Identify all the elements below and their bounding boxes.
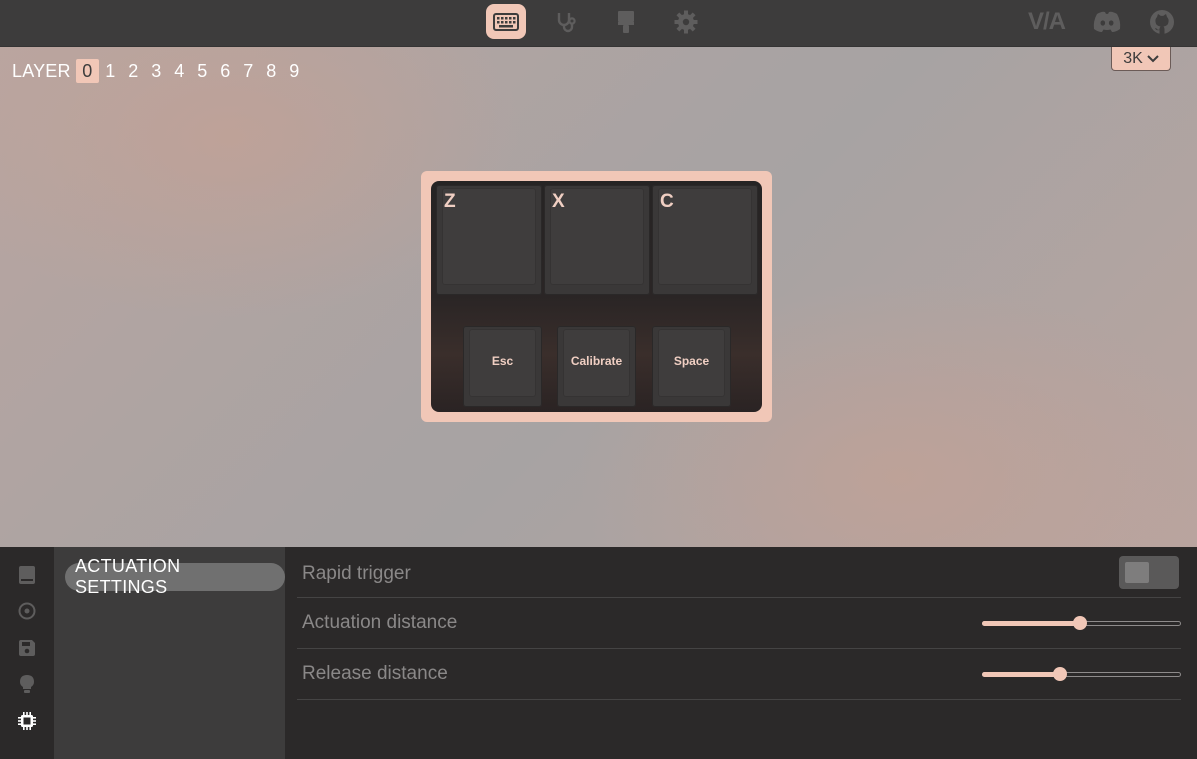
layout-dropdown-value: 3K <box>1123 49 1143 67</box>
layer-3-button[interactable]: 3 <box>145 59 168 83</box>
gear-icon <box>674 10 698 33</box>
release-distance-row: Release distance <box>297 649 1181 700</box>
layer-0-button[interactable]: 0 <box>75 59 99 83</box>
keyboard-area: LAYER 0 1 2 3 4 5 6 7 8 9 3K Z X C Esc C… <box>0 47 1197 547</box>
layer-9-button[interactable]: 9 <box>283 59 306 83</box>
release-distance-label: Release distance <box>302 663 448 684</box>
layer-5-button[interactable]: 5 <box>191 59 214 83</box>
keyboard-plate: Z X C Esc Calibrate Space <box>431 181 762 412</box>
keycap <box>442 188 536 285</box>
lightbulb-icon <box>20 675 34 693</box>
settings-list: Rapid trigger Actuation distance Release… <box>297 547 1181 759</box>
side-nav <box>0 547 54 759</box>
rapid-trigger-label: Rapid trigger <box>302 563 411 584</box>
layer-label: LAYER <box>12 60 71 81</box>
actuation-distance-label: Actuation distance <box>302 612 458 633</box>
layout-dropdown[interactable]: 3K <box>1111 47 1171 71</box>
via-link[interactable]: V/A <box>1027 8 1066 36</box>
side-nav-macros[interactable] <box>17 601 37 621</box>
key-z[interactable]: Z <box>436 185 542 295</box>
bottom-panel: ACTUATION SETTINGS Rapid trigger Actuati… <box>0 547 1197 759</box>
key-label: Space <box>673 354 710 368</box>
chevron-down-icon <box>1147 54 1159 62</box>
key-label: Z <box>444 191 456 212</box>
key-esc[interactable]: Esc <box>463 326 542 407</box>
side-nav-lighting[interactable] <box>17 674 37 694</box>
side-nav-save[interactable] <box>17 638 37 658</box>
keyboard-icon <box>493 12 519 31</box>
tab-lighting[interactable] <box>606 4 646 39</box>
top-tabs <box>486 4 726 39</box>
keyboard-case: Z X C Esc Calibrate Space <box>421 171 772 422</box>
discord-link[interactable] <box>1093 11 1121 33</box>
layer-8-button[interactable]: 8 <box>260 59 283 83</box>
discord-icon <box>1093 11 1121 32</box>
slider-thumb[interactable] <box>1053 667 1067 681</box>
layer-7-button[interactable]: 7 <box>237 59 260 83</box>
top-bar: V/A <box>0 0 1197 47</box>
settings-menu: ACTUATION SETTINGS <box>54 547 285 759</box>
paintbrush-icon <box>618 10 634 33</box>
chip-icon <box>18 712 36 730</box>
github-link[interactable] <box>1149 9 1175 35</box>
stethoscope-icon <box>557 12 576 32</box>
book-icon <box>19 566 35 584</box>
slider-fill <box>982 672 1060 677</box>
rapid-trigger-row: Rapid trigger <box>297 547 1181 598</box>
actuation-distance-row: Actuation distance <box>297 598 1181 649</box>
layer-2-button[interactable]: 2 <box>122 59 145 83</box>
tab-settings[interactable] <box>666 4 706 39</box>
rapid-trigger-toggle[interactable] <box>1119 556 1179 589</box>
key-label: Calibrate <box>570 354 623 368</box>
save-icon <box>19 640 35 656</box>
release-distance-slider[interactable] <box>982 667 1181 681</box>
layer-6-button[interactable]: 6 <box>214 59 237 83</box>
tab-diagnostics[interactable] <box>546 4 586 39</box>
layer-selector: LAYER 0 1 2 3 4 5 6 7 8 9 <box>12 59 306 83</box>
via-logo-icon: V/A <box>1027 8 1066 35</box>
layer-1-button[interactable]: 1 <box>99 59 122 83</box>
side-nav-actuation[interactable] <box>17 711 37 731</box>
menu-item-actuation-settings[interactable]: ACTUATION SETTINGS <box>65 556 285 597</box>
circle-target-icon <box>18 602 36 620</box>
actuation-distance-slider[interactable] <box>982 616 1181 630</box>
side-nav-keymap[interactable] <box>17 565 37 585</box>
slider-fill <box>982 621 1080 626</box>
key-c[interactable]: C <box>652 185 758 295</box>
key-label: X <box>552 191 565 212</box>
layer-4-button[interactable]: 4 <box>168 59 191 83</box>
key-label: C <box>660 191 674 212</box>
external-links: V/A <box>1028 8 1175 36</box>
key-x[interactable]: X <box>544 185 650 295</box>
toggle-knob <box>1125 562 1149 583</box>
slider-thumb[interactable] <box>1073 616 1087 630</box>
github-icon <box>1150 10 1174 34</box>
key-calibrate[interactable]: Calibrate <box>557 326 636 407</box>
tab-keyboard[interactable] <box>486 4 526 39</box>
key-label: Esc <box>491 354 514 368</box>
key-space[interactable]: Space <box>652 326 731 407</box>
